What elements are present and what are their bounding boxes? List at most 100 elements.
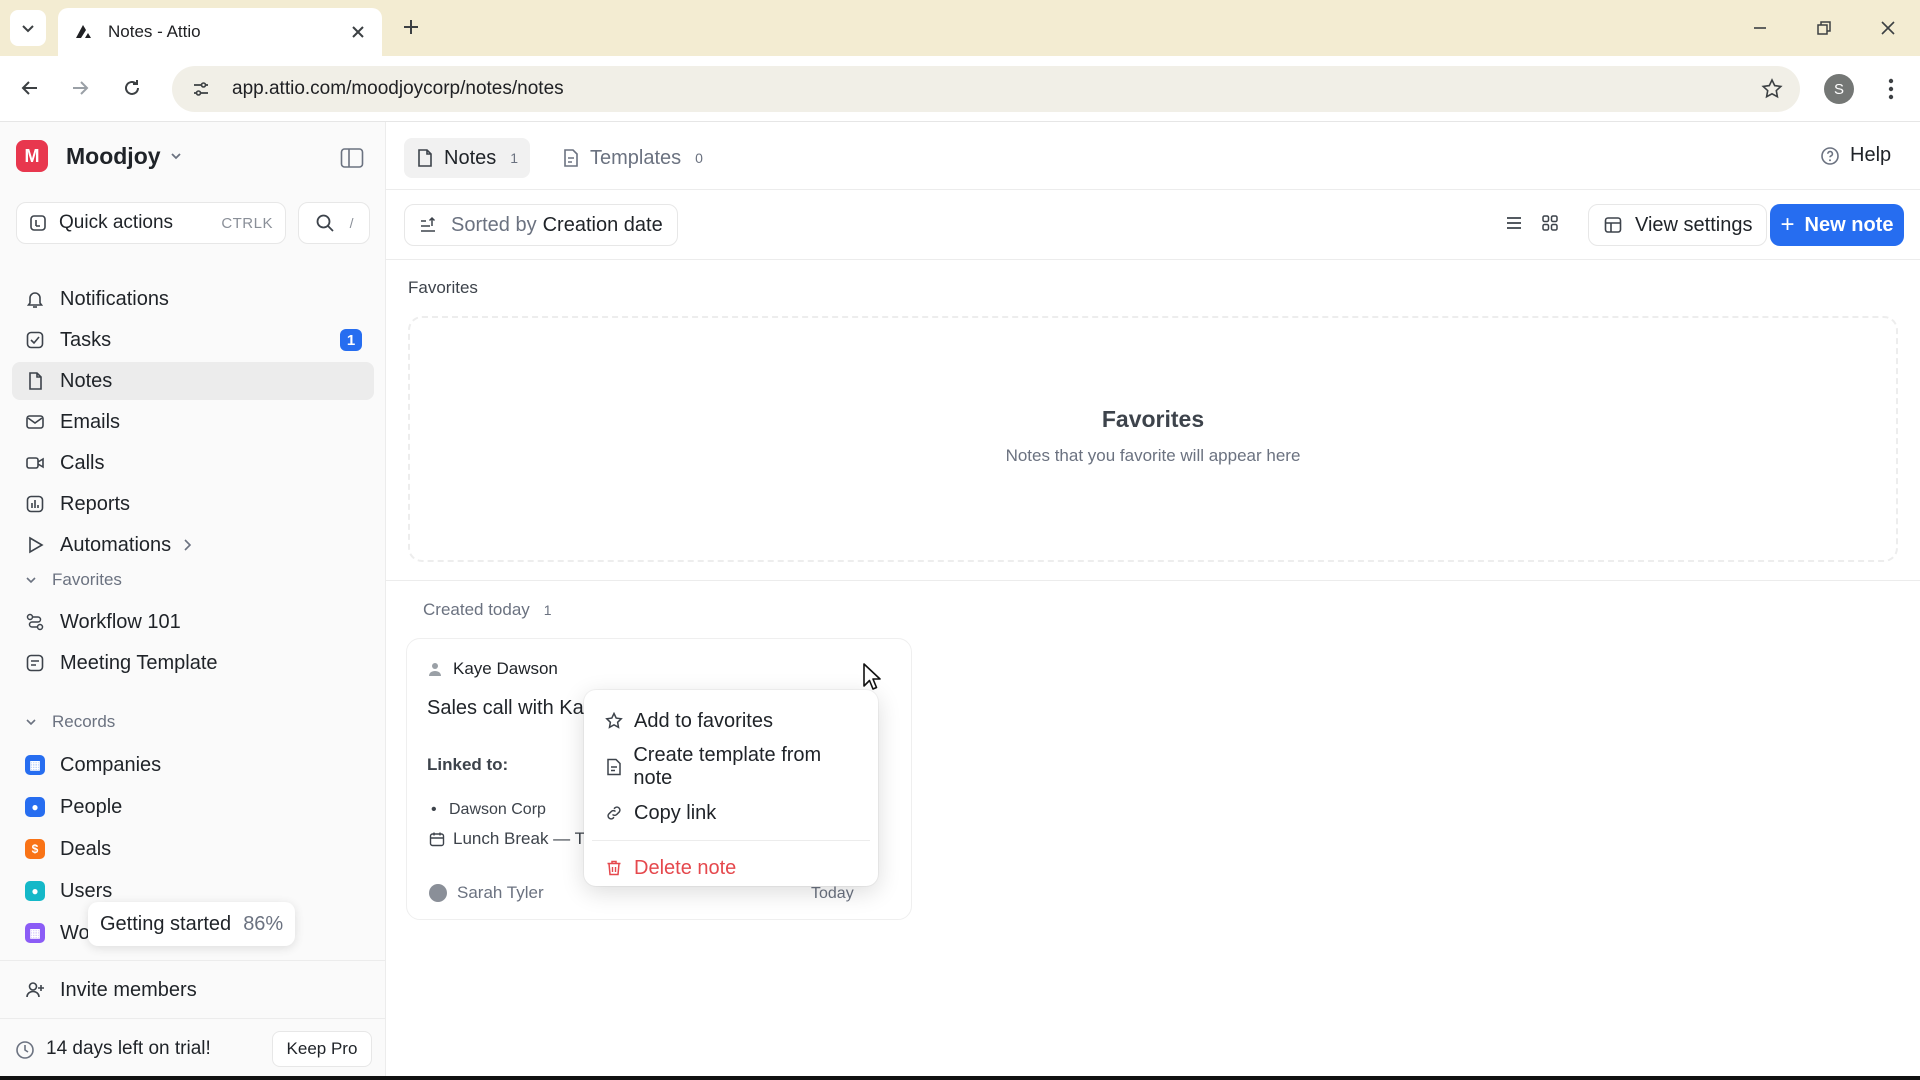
note-owner: Sarah Tyler bbox=[429, 883, 544, 903]
sidebar-item-label: Users bbox=[60, 879, 113, 902]
note-linked-event[interactable]: Lunch Break — T bbox=[429, 829, 585, 849]
note-icon bbox=[416, 148, 434, 168]
grid-view-icon[interactable] bbox=[1540, 213, 1560, 238]
sidebar-item-tasks[interactable]: Tasks 1 bbox=[12, 321, 374, 359]
close-window-button[interactable] bbox=[1868, 10, 1908, 46]
avatar bbox=[429, 884, 447, 902]
note-icon bbox=[24, 370, 46, 392]
tab-templates[interactable]: Templates 0 bbox=[550, 138, 715, 178]
sidebar-record-deals[interactable]: $ Deals bbox=[12, 830, 374, 868]
minimize-window-button[interactable] bbox=[1740, 10, 1780, 46]
browser-tabstrip: Notes - Attio bbox=[0, 0, 1920, 56]
sidebar-record-people[interactable]: ● People bbox=[12, 788, 374, 826]
tab-notes[interactable]: Notes 1 bbox=[404, 138, 531, 178]
quick-actions-shortcut: CTRLK bbox=[221, 214, 273, 232]
site-settings-icon[interactable] bbox=[186, 74, 216, 104]
sidebar-record-companies[interactable]: ▦ Companies bbox=[12, 746, 374, 784]
menu-item-delete-note[interactable]: Delete note bbox=[592, 845, 870, 891]
sort-button[interactable]: Sorted by Creation date bbox=[404, 204, 678, 246]
records-section-header[interactable]: Records bbox=[24, 709, 115, 735]
quick-actions-button[interactable]: Quick actions CTRLK bbox=[16, 202, 286, 244]
play-icon bbox=[24, 534, 46, 556]
sidebar-toggle-icon bbox=[340, 148, 364, 168]
sidebar-favorite-meeting-template[interactable]: Meeting Template bbox=[12, 644, 374, 682]
view-mode-toggle bbox=[1496, 204, 1568, 246]
sidebar-item-notifications[interactable]: Notifications bbox=[12, 280, 374, 318]
note-linked-item[interactable]: Dawson Corp bbox=[431, 801, 546, 819]
sort-value: Creation date bbox=[542, 213, 663, 236]
menu-item-create-template[interactable]: Create template from note bbox=[592, 744, 870, 790]
template-icon bbox=[562, 148, 580, 168]
new-tab-button[interactable] bbox=[396, 12, 426, 42]
created-today-count: 1 bbox=[543, 602, 552, 618]
workspace-switcher[interactable]: M Moodjoy bbox=[16, 138, 183, 174]
restore-window-button[interactable] bbox=[1804, 10, 1844, 46]
video-icon bbox=[24, 452, 46, 474]
view-settings-button[interactable]: View settings bbox=[1588, 204, 1768, 246]
companies-icon: ▦ bbox=[25, 755, 45, 775]
sidebar-favorite-workflow-101[interactable]: Workflow 101 bbox=[12, 603, 374, 641]
sidebar-item-automations[interactable]: Automations bbox=[12, 526, 374, 564]
note-options-button[interactable] bbox=[881, 663, 903, 685]
sidebar-item-emails[interactable]: Emails bbox=[12, 403, 374, 441]
collapse-sidebar-button[interactable] bbox=[338, 144, 366, 172]
invite-members-button[interactable]: Invite members bbox=[12, 971, 374, 1009]
sidebar-item-label: Deals bbox=[60, 837, 112, 860]
back-button[interactable] bbox=[12, 70, 48, 106]
keep-pro-button[interactable]: Keep Pro bbox=[272, 1031, 372, 1067]
note-context-menu: Add to favorites Create template from no… bbox=[584, 690, 878, 886]
menu-item-label: Create template from note bbox=[633, 744, 822, 789]
forward-button[interactable] bbox=[62, 70, 98, 106]
reload-icon bbox=[125, 80, 139, 95]
chevron-right-icon bbox=[184, 539, 192, 551]
mail-icon bbox=[24, 411, 46, 433]
help-button[interactable]: Help bbox=[1820, 144, 1891, 167]
task-check-icon bbox=[24, 329, 46, 351]
mouse-cursor-icon bbox=[863, 663, 881, 690]
tab-count: 0 bbox=[695, 150, 703, 166]
minimize-icon bbox=[1754, 27, 1766, 29]
users-icon: ● bbox=[25, 881, 45, 901]
list-view-icon[interactable] bbox=[1504, 213, 1524, 238]
browser-menu-button[interactable] bbox=[1876, 72, 1906, 106]
new-note-label: New note bbox=[1804, 213, 1894, 236]
tab-search-dropdown[interactable] bbox=[10, 10, 46, 46]
reload-button[interactable] bbox=[114, 70, 150, 106]
browser-tab-active[interactable]: Notes - Attio bbox=[58, 8, 382, 56]
table-settings-icon bbox=[1603, 215, 1623, 235]
sidebar-divider bbox=[0, 960, 386, 961]
getting-started-label: Getting started bbox=[100, 912, 232, 935]
sidebar-item-label: Meeting Template bbox=[60, 651, 218, 674]
sidebar-item-notes[interactable]: Notes bbox=[12, 362, 374, 400]
tab-title: Notes - Attio bbox=[108, 22, 201, 41]
menu-item-label: Add to favorites bbox=[634, 709, 773, 732]
getting-started-pill[interactable]: Getting started 86% bbox=[88, 902, 296, 946]
menu-item-add-to-favorites[interactable]: Add to favorites bbox=[592, 698, 870, 744]
menu-item-copy-link[interactable]: Copy link bbox=[592, 790, 870, 836]
arrow-left-icon bbox=[21, 81, 37, 95]
menu-item-label: Delete note bbox=[634, 856, 737, 879]
address-bar[interactable]: app.attio.com/moodjoycorp/notes/notes bbox=[172, 66, 1800, 112]
profile-avatar[interactable]: S bbox=[1824, 74, 1854, 104]
restore-icon bbox=[1817, 21, 1831, 35]
favorites-section-header[interactable]: Favorites bbox=[24, 567, 122, 593]
tab-close-icon[interactable] bbox=[346, 20, 370, 44]
command-icon bbox=[30, 215, 46, 231]
bookmark-star-icon[interactable] bbox=[1754, 71, 1790, 107]
menu-item-label: Copy link bbox=[634, 801, 717, 824]
url-text[interactable]: app.attio.com/moodjoycorp/notes/notes bbox=[232, 78, 1754, 100]
browser-toolbar: app.attio.com/moodjoycorp/notes/notes S bbox=[0, 56, 1920, 122]
sidebar-item-label: Workflow 101 bbox=[60, 610, 181, 633]
template-icon bbox=[604, 757, 623, 777]
chevron-down-icon bbox=[22, 25, 34, 33]
section-label: Favorites bbox=[52, 570, 122, 589]
sidebar-item-calls[interactable]: Calls bbox=[12, 444, 374, 482]
sidebar-item-reports[interactable]: Reports bbox=[12, 485, 374, 523]
created-today-label: Created today bbox=[423, 600, 530, 619]
note-author: Kaye Dawson bbox=[427, 659, 558, 679]
getting-started-percent: 86% bbox=[243, 912, 284, 935]
search-button[interactable]: / bbox=[298, 202, 370, 244]
created-today-header: Created today 1 bbox=[423, 600, 552, 620]
new-note-button[interactable]: + New note bbox=[1770, 204, 1904, 246]
bell-icon bbox=[24, 288, 46, 310]
